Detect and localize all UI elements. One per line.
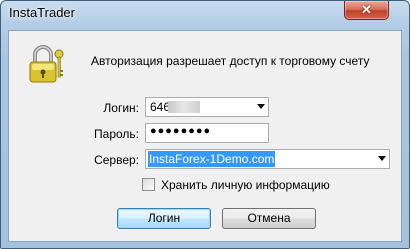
password-field[interactable]: ●●●●●●●● <box>145 123 269 143</box>
server-combobox[interactable]: InstaForex-1Demo.com <box>145 149 390 169</box>
login-button[interactable]: Логин <box>117 208 211 229</box>
close-icon: ✕ <box>361 2 372 17</box>
window-title: InstaTrader <box>9 5 75 20</box>
server-value: InstaForex-1Demo.com <box>148 151 276 167</box>
login-combobox[interactable]: 646 <box>145 97 269 117</box>
password-label: Пароль: <box>94 127 139 141</box>
chevron-down-icon[interactable] <box>378 156 386 161</box>
server-value-wrap: InstaForex-1Demo.com <box>148 151 276 167</box>
save-info-label[interactable]: Хранить личную информацию <box>161 178 330 192</box>
save-info-checkbox[interactable] <box>142 178 155 191</box>
login-dialog-window: InstaTrader ✕ Авторизация разрешает дост… <box>0 0 410 249</box>
close-button[interactable]: ✕ <box>344 1 389 20</box>
lock-keys-icon <box>29 45 64 83</box>
server-label: Сервер: <box>94 153 139 167</box>
redacted-mask <box>168 101 200 113</box>
dialog-body: Авторизация разрешает доступ к торговому… <box>8 30 402 242</box>
chevron-down-icon[interactable] <box>257 104 265 109</box>
info-text: Авторизация разрешает доступ к торговому… <box>91 54 370 68</box>
title-bar[interactable]: InstaTrader ✕ <box>1 1 409 25</box>
password-value: ●●●●●●●● <box>150 125 212 137</box>
cancel-button[interactable]: Отмена <box>222 208 316 229</box>
login-label: Логин: <box>103 101 139 115</box>
